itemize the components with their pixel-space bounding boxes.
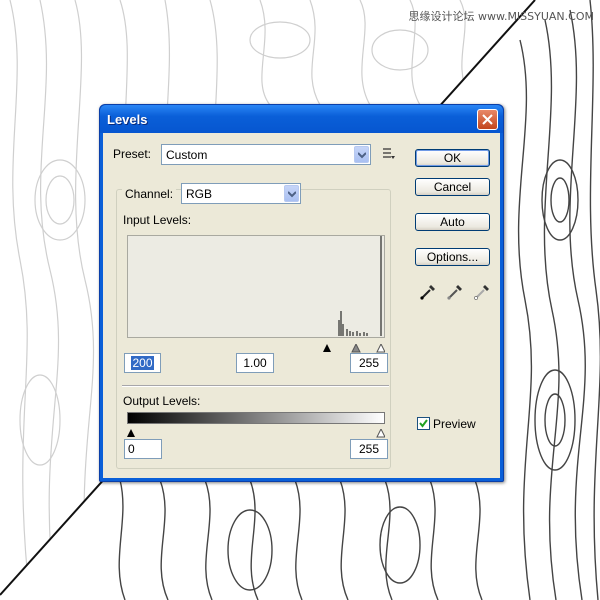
chevron-down-icon xyxy=(354,146,369,163)
white-eyedropper-icon[interactable] xyxy=(473,283,491,301)
dialog-title: Levels xyxy=(107,112,148,127)
channel-value: RGB xyxy=(186,187,213,201)
chevron-down-icon xyxy=(284,185,299,202)
watermark-text: 思缘设计论坛 www.MISSYUAN.COM xyxy=(408,10,594,23)
cancel-button[interactable]: Cancel xyxy=(415,178,490,196)
levels-dialog: Levels Preset: Custom Channel: RGB Input… xyxy=(99,104,504,482)
dialog-body: Preset: Custom Channel: RGB Input Levels… xyxy=(103,133,500,478)
channel-label: Channel: xyxy=(122,187,177,201)
output-white-field[interactable]: 255 xyxy=(350,439,388,459)
gamma-handle[interactable] xyxy=(351,342,361,353)
output-levels-slider[interactable] xyxy=(127,425,386,438)
black-point-handle[interactable] xyxy=(323,344,331,352)
preset-menu-icon[interactable] xyxy=(382,147,396,161)
checkmark-icon xyxy=(419,419,428,428)
input-levels-slider[interactable] xyxy=(127,340,386,353)
output-black-field[interactable]: 0 xyxy=(124,439,162,459)
input-white-field[interactable]: 255 xyxy=(350,353,388,373)
output-white-handle[interactable] xyxy=(376,427,386,438)
output-black-handle[interactable] xyxy=(127,429,135,437)
title-bar[interactable]: Levels xyxy=(100,105,503,133)
close-button[interactable] xyxy=(477,109,498,130)
input-gamma-field[interactable]: 1.00 xyxy=(236,353,274,373)
output-levels-label: Output Levels: xyxy=(123,394,201,408)
close-icon xyxy=(482,114,493,125)
preset-label: Preset: xyxy=(113,147,152,161)
output-gradient xyxy=(127,412,385,424)
histogram-graph xyxy=(338,236,382,336)
gray-eyedropper-icon[interactable] xyxy=(446,283,464,301)
preset-dropdown[interactable]: Custom xyxy=(161,144,371,165)
options-button[interactable]: Options... xyxy=(415,248,490,266)
auto-button[interactable]: Auto xyxy=(415,213,490,231)
input-black-field[interactable]: 200 xyxy=(124,353,161,373)
black-eyedropper-icon[interactable] xyxy=(419,283,437,301)
histogram xyxy=(127,235,385,338)
ok-button[interactable]: OK xyxy=(415,149,490,167)
separator xyxy=(122,385,389,387)
preset-value: Custom xyxy=(166,148,208,162)
preview-label: Preview xyxy=(433,417,476,431)
input-levels-label: Input Levels: xyxy=(123,213,192,227)
preview-checkbox[interactable] xyxy=(417,417,430,430)
channel-dropdown[interactable]: RGB xyxy=(181,183,301,204)
white-point-handle[interactable] xyxy=(376,342,386,353)
